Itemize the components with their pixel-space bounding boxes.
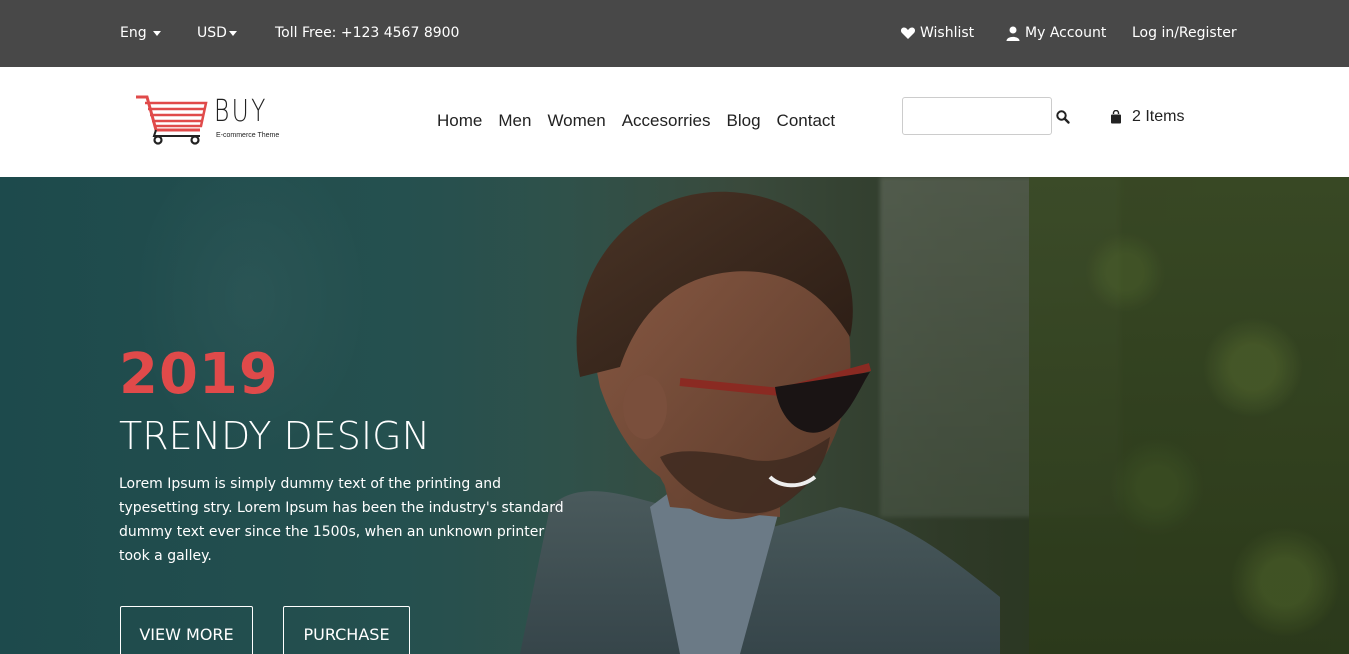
cart-button[interactable]: 2 Items [1110,108,1184,126]
shopping-bag-icon [1111,110,1121,124]
nav-item-women[interactable]: Women [547,111,605,131]
top-bar: Eng USD Toll Free: +123 4567 8900 Wishli… [0,0,1349,67]
hero-banner: 2019 TRENDY DESIGN Lorem Ipsum is simply… [0,177,1349,654]
nav-item-contact[interactable]: Contact [777,111,836,131]
nav-item-blog[interactable]: Blog [727,111,761,131]
cart-logo-icon [136,95,208,145]
my-account-link[interactable]: My Account [1005,23,1106,43]
currency-selector[interactable]: USD [197,23,237,43]
purchase-button[interactable]: PURCHASE [283,606,410,654]
nav-item-men[interactable]: Men [498,111,531,131]
currency-label: USD [197,25,227,41]
heart-icon [900,27,916,39]
toll-free-text: Toll Free: +123 4567 8900 [275,25,460,41]
login-register-label: Log in/Register [1132,25,1237,41]
my-account-label: My Account [1025,25,1107,41]
wishlist-label: Wishlist [920,25,975,41]
chevron-down-icon [228,31,237,36]
cart-count: 2 Items [1132,108,1185,125]
hero-title: TRENDY DESIGN [119,414,430,458]
search-input[interactable] [902,97,1052,135]
user-icon [1006,26,1020,41]
main-nav: Home Men Women Accesorries Blog Contact [437,111,851,131]
language-selector[interactable]: Eng [120,23,161,43]
hero-description: Lorem Ipsum is simply dummy text of the … [119,476,564,564]
search-icon[interactable] [1055,109,1071,125]
logo[interactable]: BUY E-commerce Theme [134,94,279,146]
hero-model-image [520,191,1000,654]
toll-free-number: Toll Free: +123 4567 8900 [275,23,459,43]
login-register-link[interactable]: Log in/Register [1132,23,1237,43]
view-more-button[interactable]: VIEW MORE [120,606,253,654]
chevron-down-icon [152,31,161,36]
nav-item-home[interactable]: Home [437,111,482,131]
site-header: BUY E-commerce Theme Home Men Women Acce… [0,67,1349,177]
logo-tagline: E-commerce Theme [216,132,280,139]
language-label: Eng [120,25,147,41]
logo-word: BUY [214,94,268,129]
wishlist-link[interactable]: Wishlist [900,23,974,43]
background-foliage [1029,177,1349,654]
hero-year: 2019 [119,342,279,407]
nav-item-accessories[interactable]: Accesorries [622,111,711,131]
